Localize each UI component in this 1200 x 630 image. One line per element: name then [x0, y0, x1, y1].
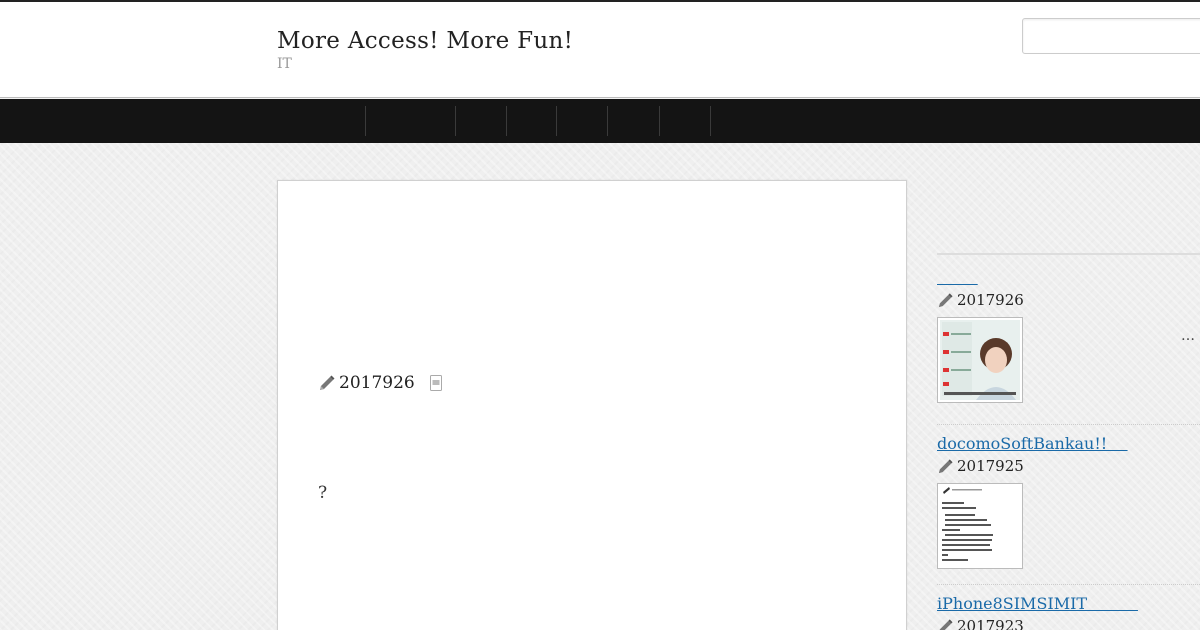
woman-portrait-thumbnail[interactable] [937, 317, 1023, 403]
sidebar-entry-date: 2017923 [957, 617, 1024, 630]
more-ellipsis[interactable]: … [1181, 328, 1195, 344]
sidebar-entry-title[interactable]: iPhone8SIMSIMIT [937, 594, 1138, 613]
nav-item-1[interactable] [366, 99, 455, 143]
article-date: 2017926 [339, 373, 415, 393]
pencil-icon [939, 618, 953, 630]
sidebar-entry-divider [937, 584, 1200, 585]
site-header: More Access! More Fun! IT [0, 2, 1200, 98]
article-meta: 2017926 [318, 373, 443, 393]
sidebar-divider [937, 253, 1200, 255]
sidebar-entry-title[interactable]: docomoSoftBankau!! [937, 434, 1128, 453]
pencil-icon [320, 375, 335, 390]
search-input[interactable] [1022, 18, 1200, 54]
site-title[interactable]: More Access! More Fun! [277, 28, 573, 54]
sidebar-entry-meta: 2017926 [937, 291, 1200, 309]
sidebar-entry-meta: 2017923 [937, 617, 1200, 630]
nav-separator [710, 106, 711, 136]
main-nav [0, 99, 1200, 143]
sidebar-entry-date: 2017926 [957, 291, 1024, 309]
sidebar-entry: iPhone8SIMSIMIT 2017923 [937, 594, 1200, 630]
sidebar-entry-meta: 2017925 [937, 457, 1200, 475]
sidebar-entry-title[interactable] [937, 268, 978, 287]
thumbnail-image [940, 486, 1020, 566]
nav-item-3[interactable] [507, 99, 556, 143]
thumbnail-image [940, 320, 1020, 400]
article-card: 2017926 ? [277, 180, 907, 630]
sidebar-entry-date: 2017925 [957, 457, 1024, 475]
document-icon[interactable] [429, 375, 443, 391]
pencil-icon [938, 292, 953, 307]
site-description: IT [277, 56, 292, 72]
pencil-icon [938, 458, 953, 473]
sidebar-entry-divider [937, 424, 1200, 425]
nav-item-6[interactable] [660, 99, 710, 143]
nav-item-4[interactable] [557, 99, 607, 143]
nav-item-5[interactable] [608, 99, 659, 143]
sidebar-entry: 2017926 [937, 268, 1200, 403]
nav-item-2[interactable] [456, 99, 506, 143]
sidebar-entry: docomoSoftBankau!! 2017925 [937, 434, 1200, 569]
article-body-text: ? [318, 483, 328, 503]
notice-text-thumbnail[interactable] [937, 483, 1023, 569]
